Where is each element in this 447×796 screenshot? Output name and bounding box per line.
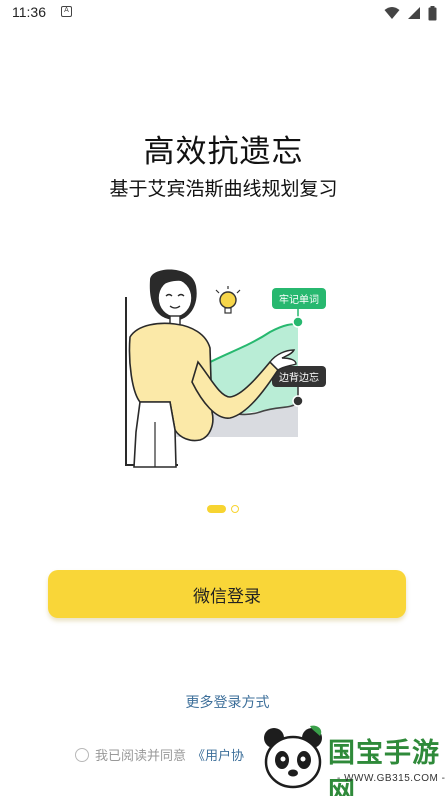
battery-icon <box>428 5 437 20</box>
lightbulb-icon <box>215 286 241 314</box>
status-icons <box>384 5 437 21</box>
page-indicator <box>207 505 239 513</box>
onboarding-title: 高效抗遗忘 <box>143 134 304 170</box>
agreement-row: 我已阅读并同意 《用户协 <box>75 745 244 764</box>
cell-signal-icon <box>408 7 420 19</box>
notification-icon: A <box>61 6 72 17</box>
page-dot <box>231 505 239 513</box>
more-login-options-link[interactable]: 更多登录方式 <box>0 692 447 712</box>
agreement-text: 我已阅读并同意 <box>95 749 187 764</box>
panda-logo <box>264 725 322 789</box>
watermark: 国宝手游网 - WWW.GB315.COM - <box>250 718 447 796</box>
user-agreement-link[interactable]: 《用户协 <box>192 745 244 764</box>
agreement-checkbox[interactable] <box>75 747 89 762</box>
tag-remember-label: 牢记单词 <box>279 293 319 306</box>
page-dot-active <box>207 505 226 513</box>
wifi-icon <box>384 7 400 19</box>
watermark-url: - WWW.GB315.COM - <box>337 773 446 784</box>
status-bar: 11:36 A <box>0 0 447 26</box>
status-time: 11:36 <box>12 4 46 20</box>
memory-curve-illustration: 牢记单词 边背边忘 <box>125 269 326 468</box>
tag-forget-label: 边背边忘 <box>279 371 319 384</box>
watermark-brand: 国宝手游网 <box>328 738 440 796</box>
wechat-login-button[interactable]: 微信登录 <box>48 570 406 618</box>
onboarding-subtitle: 基于艾宾浩斯曲线规划复习 <box>109 178 338 200</box>
tag-remember: 牢记单词 <box>272 288 326 328</box>
